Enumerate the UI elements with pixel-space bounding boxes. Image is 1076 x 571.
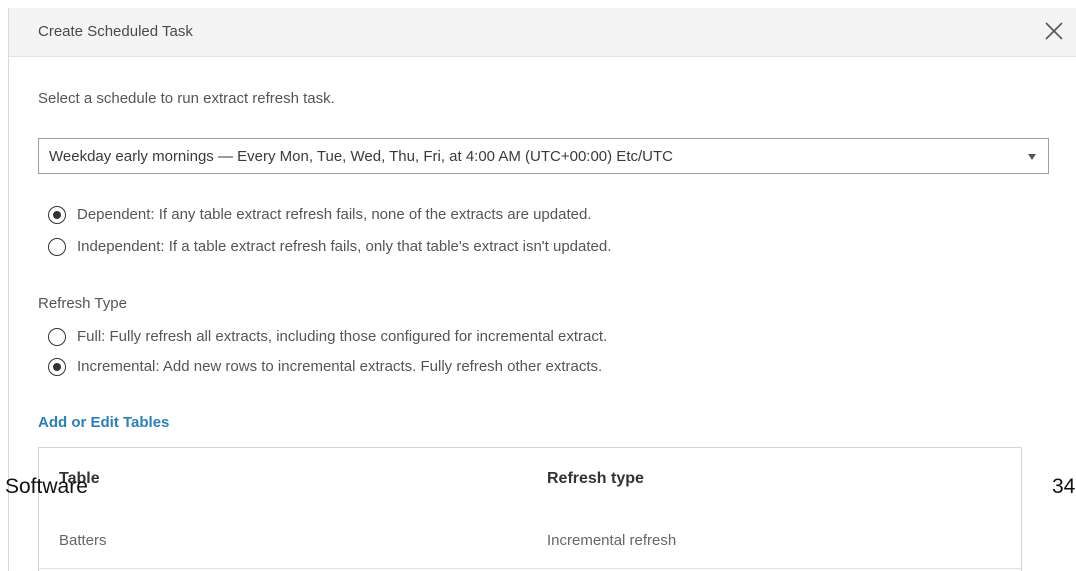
schedule-select[interactable]: Weekday early mornings — Every Mon, Tue,… bbox=[38, 138, 1049, 174]
table-cell-table-name: Batters bbox=[59, 532, 107, 549]
close-icon[interactable] bbox=[1043, 20, 1065, 42]
add-or-edit-tables-link[interactable]: Add or Edit Tables bbox=[38, 414, 169, 431]
radio-independent-label: Independent: If a table extract refresh … bbox=[77, 238, 612, 255]
radio-independent-button[interactable] bbox=[48, 238, 66, 256]
table-cell-refresh-type: Incremental refresh bbox=[547, 532, 677, 549]
refresh-type-heading: Refresh Type bbox=[38, 295, 127, 312]
table-row-divider bbox=[39, 568, 1021, 569]
radio-full-button[interactable] bbox=[48, 328, 66, 346]
radio-incremental-button[interactable] bbox=[48, 358, 66, 376]
schedule-instruction: Select a schedule to run extract refresh… bbox=[38, 90, 335, 107]
radio-dependent-label: Dependent: If any table extract refresh … bbox=[77, 206, 592, 223]
schedule-select-value: Weekday early mornings — Every Mon, Tue,… bbox=[49, 148, 673, 165]
radio-full-label: Full: Fully refresh all extracts, includ… bbox=[77, 328, 608, 345]
radio-dependent-button[interactable] bbox=[48, 206, 66, 224]
dialog-title: Create Scheduled Task bbox=[38, 23, 193, 40]
chevron-down-icon bbox=[1028, 154, 1036, 160]
tables-table: Table Refresh type Batters Incremental r… bbox=[38, 447, 1022, 571]
overlay-software-text: Software bbox=[5, 475, 88, 498]
overlay-page-number: 34 bbox=[1052, 475, 1076, 498]
create-scheduled-task-dialog: Create Scheduled Task Select a schedule … bbox=[8, 8, 1076, 571]
dialog-header: Create Scheduled Task bbox=[9, 8, 1076, 57]
radio-incremental-label: Incremental: Add new rows to incremental… bbox=[77, 358, 603, 375]
table-header-refresh-type: Refresh type bbox=[547, 470, 644, 487]
